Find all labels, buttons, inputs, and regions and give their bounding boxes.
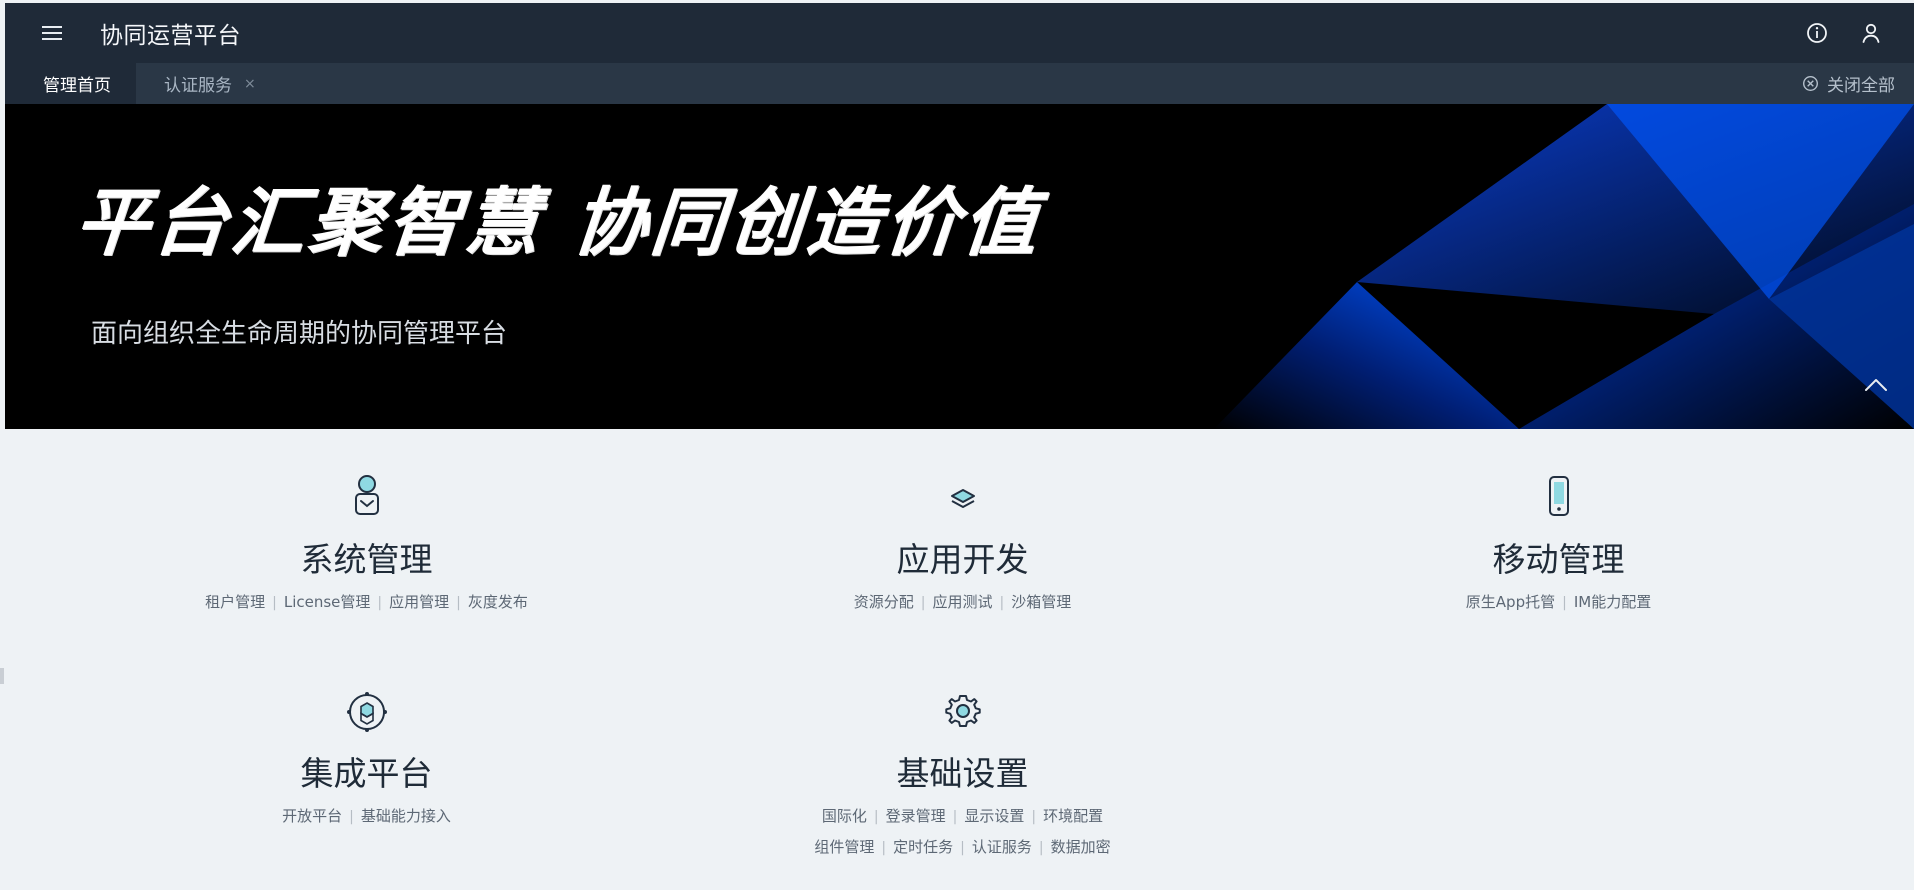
module-title: 移动管理 [1492, 540, 1625, 579]
link-authentication-service[interactable]: 认证服务 [972, 832, 1032, 862]
link-open-platform[interactable]: 开放平台 [282, 801, 342, 831]
app-window: 协同运营平台 管理首页 认证服务 × 关闭全部 平台汇聚智慧 协同创造价值 面向… [5, 3, 1914, 890]
hero-banner: 平台汇聚智慧 协同创造价值 面向组织全生命周期的协同管理平台 [5, 104, 1914, 429]
link-internationalization[interactable]: 国际化 [822, 801, 867, 831]
page-scroll-marker[interactable] [0, 668, 4, 684]
link-basic-capability-access[interactable]: 基础能力接入 [361, 801, 451, 831]
module-links: 租户管理 | License管理 | 应用管理 | 灰度发布 [69, 587, 664, 618]
tab-bar: 管理首页 认证服务 × 关闭全部 [5, 63, 1914, 104]
module-links: 原生App托管 | IM能力配置 [1261, 587, 1856, 618]
module-links: 国际化 | 登录管理 | 显示设置 | 环境配置 组件管理 | 定时任务 | 认证服务 | 数据加密 [665, 801, 1260, 863]
module-title: 系统管理 [300, 540, 433, 579]
module-integration-platform[interactable]: 集成平台 开放平台 | 基础能力接入 [69, 687, 664, 832]
top-navigation: 协同运营平台 [5, 3, 1914, 63]
module-title: 应用开发 [896, 540, 1029, 579]
link-component-management[interactable]: 组件管理 [814, 832, 874, 862]
close-circle-icon [1802, 75, 1819, 92]
app-title: 协同运营平台 [100, 23, 241, 49]
tab-close-icon[interactable]: × [244, 76, 256, 92]
chevron-up-icon [1865, 379, 1887, 391]
integration-icon [346, 692, 387, 732]
hamburger-icon[interactable] [35, 16, 69, 50]
module-basic-settings[interactable]: 基础设置 国际化 | 登录管理 | 显示设置 | 环境配置 组件管理 | 定时任务 | 认证服务 | 数… [665, 687, 1260, 863]
link-gray-release[interactable]: 灰度发布 [468, 587, 528, 617]
link-tenant-management[interactable]: 租户管理 [205, 587, 265, 617]
link-environment-config[interactable]: 环境配置 [1043, 801, 1103, 831]
banner-headline: 平台汇聚智慧 协同创造价值 [71, 180, 1045, 266]
close-all-tabs-button[interactable]: 关闭全部 [1802, 71, 1895, 96]
link-resource-allocation[interactable]: 资源分配 [854, 587, 914, 617]
link-application-management[interactable]: 应用管理 [389, 587, 449, 617]
tab-management-home[interactable]: 管理首页 [5, 63, 136, 104]
collapse-banner-button[interactable] [1858, 370, 1894, 400]
layers-icon [950, 489, 975, 508]
user-icon[interactable] [1856, 18, 1886, 48]
link-display-settings[interactable]: 显示设置 [964, 801, 1024, 831]
link-login-management[interactable]: 登录管理 [886, 801, 946, 831]
module-system-management[interactable]: 系统管理 租户管理 | License管理 | 应用管理 | 灰度发布 [69, 473, 664, 618]
tab-authentication-service[interactable]: 认证服务 × [146, 63, 274, 104]
module-links: 资源分配 | 应用测试 | 沙箱管理 [665, 587, 1260, 618]
info-icon[interactable] [1802, 18, 1832, 48]
blue-geometric-artwork [1214, 104, 1914, 429]
link-sandbox-management[interactable]: 沙箱管理 [1011, 587, 1071, 617]
user-icon [354, 475, 379, 515]
module-title: 基础设置 [896, 754, 1029, 793]
link-license-management[interactable]: License管理 [284, 587, 371, 617]
link-data-encryption[interactable]: 数据加密 [1051, 832, 1111, 862]
module-links: 开放平台 | 基础能力接入 [69, 801, 664, 832]
window-right-edge [1914, 0, 1921, 890]
link-native-app-hosting[interactable]: 原生App托管 [1466, 587, 1555, 617]
tab-label: 管理首页 [43, 76, 111, 96]
banner-subtitle: 面向组织全生命周期的协同管理平台 [91, 319, 508, 349]
module-mobile-management[interactable]: 移动管理 原生App托管 | IM能力配置 [1261, 473, 1856, 618]
module-application-development[interactable]: 应用开发 资源分配 | 应用测试 | 沙箱管理 [665, 473, 1260, 618]
module-title: 集成平台 [300, 754, 433, 793]
mobile-icon [1548, 476, 1569, 516]
link-application-testing[interactable]: 应用测试 [932, 587, 992, 617]
close-all-label: 关闭全部 [1827, 76, 1895, 96]
link-scheduled-tasks[interactable]: 定时任务 [893, 832, 953, 862]
tab-label: 认证服务 [164, 76, 232, 96]
gear-icon [944, 695, 981, 727]
link-im-capability-config[interactable]: IM能力配置 [1574, 587, 1651, 617]
